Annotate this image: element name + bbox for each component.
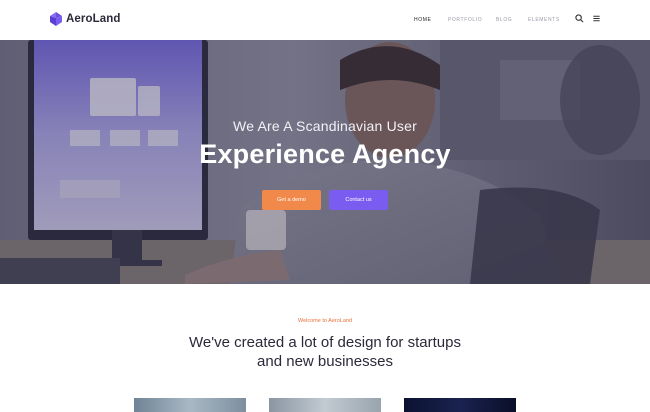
logo-text: AeroLand — [66, 13, 121, 25]
contact-us-button[interactable]: Contact us — [329, 190, 388, 210]
feature-card-image-1[interactable] — [134, 398, 246, 412]
menu-icon[interactable] — [592, 14, 601, 23]
logo-mark-icon — [50, 12, 62, 26]
logo[interactable]: AeroLand — [50, 12, 120, 26]
nav-item-portfolio[interactable]: PORTFOLIO — [448, 17, 482, 23]
section-title-line-2: and new businesses — [257, 353, 393, 370]
feature-card-image-3[interactable] — [404, 398, 516, 412]
site-header: AeroLand HOME PORTFOLIO BLOG ELEMENTS — [0, 0, 650, 40]
hero-subtitle: We Are A Scandinavian User — [233, 118, 417, 134]
search-icon[interactable] — [575, 14, 584, 23]
section-title-line-1: We've created a lot of design for startu… — [189, 334, 461, 351]
section-title: We've created a lot of design for startu… — [0, 333, 650, 371]
feature-card-image-2[interactable] — [269, 398, 381, 412]
hero-title: Experience Agency — [199, 139, 451, 169]
nav-item-blog[interactable]: BLOG — [496, 17, 512, 23]
hero-banner: We Are A Scandinavian User Experience Ag… — [0, 40, 650, 284]
section-eyebrow: Welcome to AeroLand — [297, 318, 352, 324]
nav-item-elements[interactable]: ELEMENTS — [528, 17, 560, 23]
nav-item-home[interactable]: HOME — [414, 17, 431, 23]
get-demo-button[interactable]: Get a demo — [262, 190, 321, 210]
